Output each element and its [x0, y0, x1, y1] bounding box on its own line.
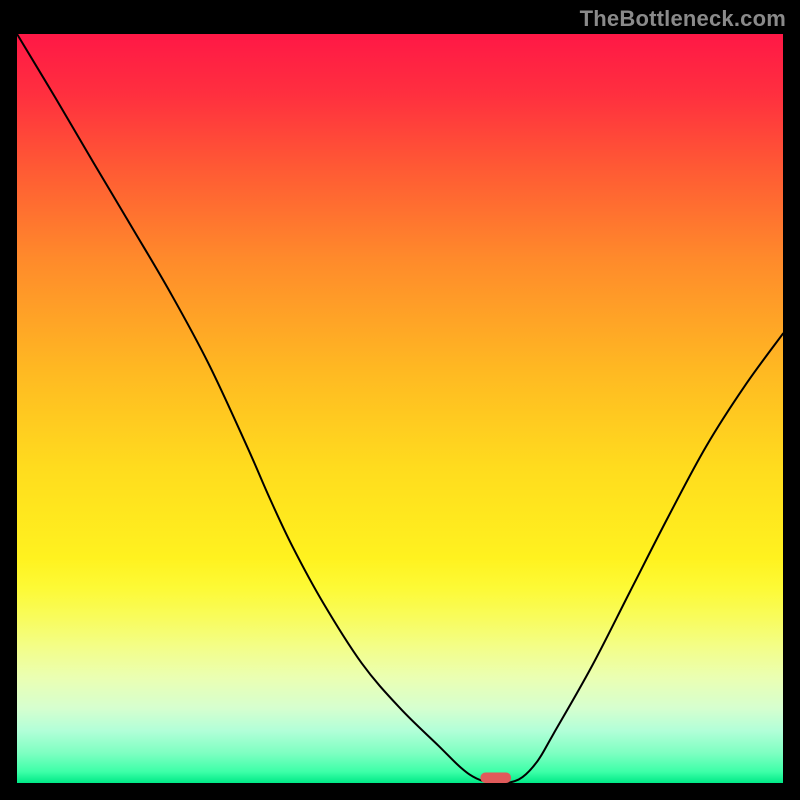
chart-frame: TheBottleneck.com [0, 0, 800, 800]
watermark-text: TheBottleneck.com [580, 6, 786, 32]
optimum-marker [480, 773, 511, 783]
bottleneck-curve [17, 34, 783, 783]
curve-layer [17, 34, 783, 783]
plot-area [17, 34, 783, 783]
